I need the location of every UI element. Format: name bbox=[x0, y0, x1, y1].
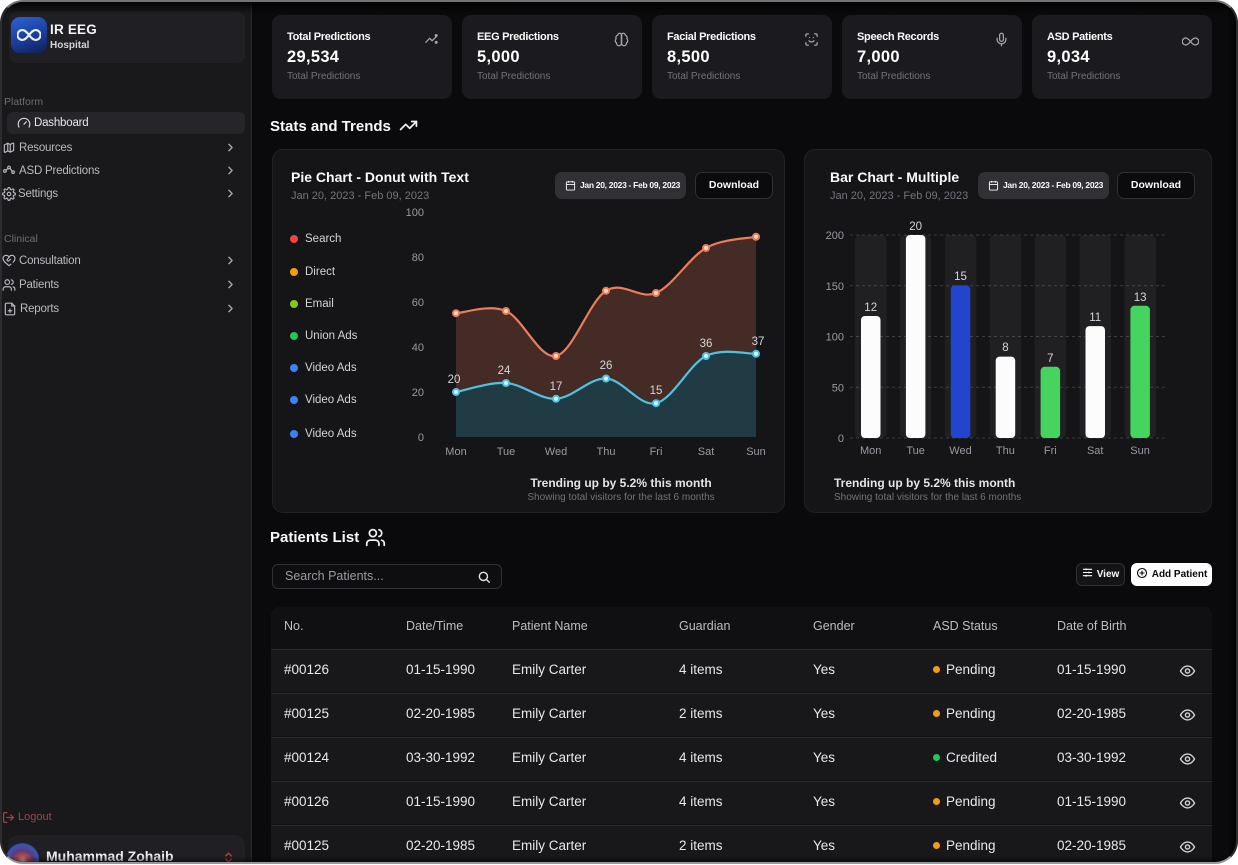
svg-text:0: 0 bbox=[418, 432, 424, 444]
svg-text:20: 20 bbox=[412, 387, 424, 399]
svg-text:40: 40 bbox=[412, 342, 424, 354]
svg-text:15: 15 bbox=[650, 385, 663, 397]
svg-text:20: 20 bbox=[448, 374, 461, 386]
svg-text:12: 12 bbox=[864, 302, 877, 314]
svg-text:7: 7 bbox=[1047, 353, 1053, 365]
svg-text:Thu: Thu bbox=[996, 445, 1015, 457]
svg-text:Sat: Sat bbox=[1087, 445, 1104, 457]
svg-text:17: 17 bbox=[550, 381, 563, 393]
svg-text:24: 24 bbox=[498, 365, 511, 377]
svg-text:80: 80 bbox=[412, 252, 424, 264]
svg-text:15: 15 bbox=[954, 271, 967, 283]
svg-text:Tue: Tue bbox=[906, 445, 925, 457]
svg-text:Thu: Thu bbox=[597, 446, 616, 458]
svg-text:37: 37 bbox=[752, 336, 765, 348]
svg-text:20: 20 bbox=[909, 221, 922, 233]
svg-text:100: 100 bbox=[406, 207, 424, 219]
svg-text:60: 60 bbox=[412, 297, 424, 309]
svg-text:36: 36 bbox=[700, 338, 713, 350]
svg-text:50: 50 bbox=[832, 382, 844, 394]
svg-text:100: 100 bbox=[826, 332, 844, 344]
svg-text:8: 8 bbox=[1002, 342, 1008, 354]
svg-text:Fri: Fri bbox=[650, 446, 663, 458]
svg-text:Wed: Wed bbox=[949, 445, 971, 457]
svg-text:Mon: Mon bbox=[445, 446, 466, 458]
svg-text:11: 11 bbox=[1089, 312, 1101, 324]
svg-text:Sun: Sun bbox=[1130, 445, 1150, 457]
svg-text:13: 13 bbox=[1134, 292, 1147, 304]
svg-text:0: 0 bbox=[838, 433, 844, 445]
svg-text:Sun: Sun bbox=[746, 446, 766, 458]
svg-text:150: 150 bbox=[826, 281, 844, 293]
svg-text:Fri: Fri bbox=[1044, 445, 1057, 457]
svg-text:Sat: Sat bbox=[698, 446, 715, 458]
svg-text:Mon: Mon bbox=[860, 445, 881, 457]
svg-text:200: 200 bbox=[826, 230, 844, 242]
svg-text:26: 26 bbox=[600, 360, 613, 372]
svg-text:Tue: Tue bbox=[497, 446, 516, 458]
svg-text:Wed: Wed bbox=[545, 446, 567, 458]
